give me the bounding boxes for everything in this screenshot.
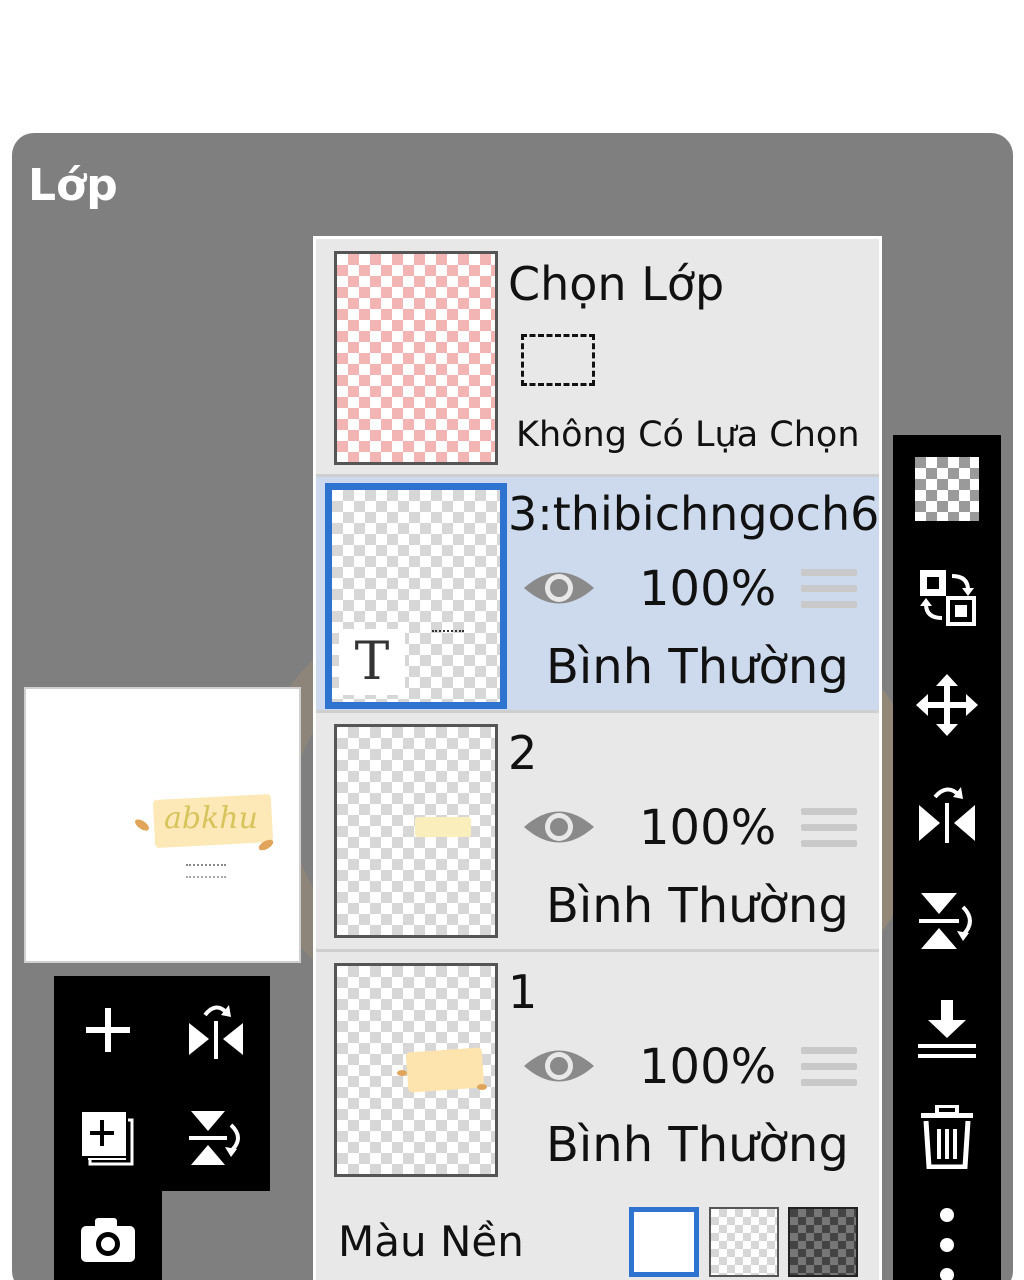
flip-horizontal-button[interactable] [162,976,270,1084]
add-layer-icon [86,1008,130,1052]
leaf-decoration [397,1070,407,1076]
artwork-band [405,1047,485,1093]
layer-opacity[interactable]: 100% [639,1039,776,1095]
duplicate-layer-button[interactable] [54,1084,162,1192]
background-transparent-swatch[interactable] [709,1207,779,1277]
selection-status: Không Có Lựa Chọn [516,415,860,455]
layer-row-3[interactable]: T 3:thibichngoch68 100% Bình Thường [316,477,879,713]
background-color-row: Màu Nền [316,1187,879,1280]
canvas-preview[interactable]: abkhu [24,687,301,963]
layer-row-1[interactable]: 1 100% Bình Thường [316,955,879,1191]
leaf-decoration [133,817,151,833]
tiny-text-decoration [186,864,226,878]
merge-down-button[interactable] [893,975,1001,1083]
blend-mode[interactable]: Bình Thường [546,878,849,934]
camera-icon [81,1217,135,1262]
merge-down-icon [918,1000,976,1058]
tiny-text-mark [432,630,464,640]
visibility-eye-icon[interactable] [521,804,597,850]
drag-handle-icon[interactable] [801,808,857,850]
layer-list: Chọn Lớp Không Có Lựa Chọn T 3:thibichng… [313,236,882,1280]
right-toolbar [893,435,1001,1280]
visibility-eye-icon[interactable] [521,1043,597,1089]
background-color-label: Màu Nền [338,1217,524,1266]
flip-horizontal-icon [919,787,975,843]
selection-marquee-icon [521,334,595,386]
delete-icon [921,1105,973,1169]
background-dark-swatch[interactable] [788,1207,858,1277]
layer-name: 2 [508,726,538,780]
text-layer-badge: T [339,629,405,695]
layer-opacity[interactable]: 100% [639,561,776,617]
transparency-icon [915,457,979,521]
layer-name: 3:thibichngoch68 [508,487,879,541]
duplicate-layer-icon [82,1112,134,1166]
artwork-band [415,817,471,837]
add-layer-button[interactable] [54,976,162,1084]
background-white-swatch[interactable] [629,1207,699,1277]
selection-title: Chọn Lớp [508,257,725,311]
drag-handle-icon[interactable] [801,569,857,611]
flip-vertical-icon [919,893,972,949]
layer-name: 1 [508,965,538,1019]
more-options-button[interactable] [893,1191,1001,1280]
selection-thumbnail [334,251,498,465]
layer-thumbnail: T [325,483,507,709]
layers-screen: Lớp abkhu Chọn Lớp Không Có Lựa Chọn T 3… [0,0,1024,1280]
layer-thumbnail [334,963,498,1177]
transparency-button[interactable] [893,435,1001,543]
blend-mode[interactable]: Bình Thường [546,639,849,695]
blend-mode[interactable]: Bình Thường [546,1117,849,1173]
flip-horizontal-icon [189,1005,243,1059]
flip-horizontal-button[interactable] [893,759,1001,867]
leaf-decoration [477,1084,487,1090]
panel-title: Lớp [28,160,118,211]
flip-vertical-icon [189,1111,240,1165]
drag-handle-icon[interactable] [801,1047,857,1089]
layer-thumbnail [334,724,498,938]
move-button[interactable] [893,651,1001,759]
artwork-lettering: abkhu [164,801,258,836]
flip-vertical-button[interactable] [162,1084,270,1192]
move-icon [916,674,978,736]
left-toolbar [54,976,270,1191]
layer-row-2[interactable]: 2 100% Bình Thường [316,716,879,952]
camera-button[interactable] [54,1191,162,1280]
more-icon [940,1208,954,1280]
layer-opacity[interactable]: 100% [639,800,776,856]
left-toolbar-extra [54,1191,162,1280]
visibility-eye-icon[interactable] [521,565,597,611]
swap-layer-icon [920,570,976,626]
flip-vertical-button[interactable] [893,867,1001,975]
selection-layer-row[interactable]: Chọn Lớp Không Có Lựa Chọn [316,239,879,477]
delete-layer-button[interactable] [893,1083,1001,1191]
swap-layer-button[interactable] [893,543,1001,651]
